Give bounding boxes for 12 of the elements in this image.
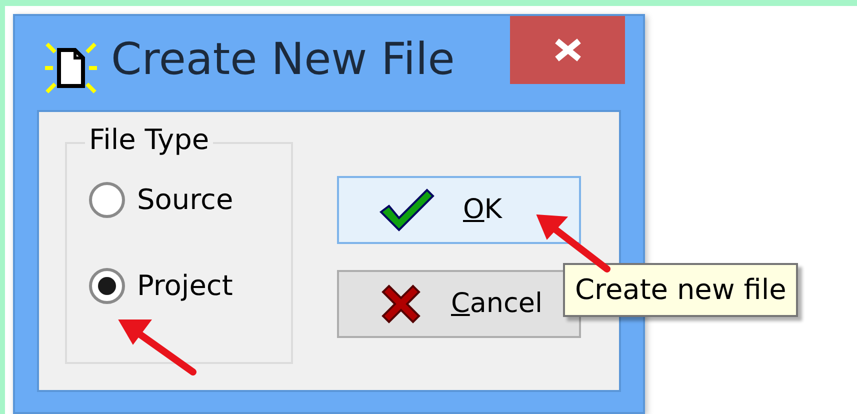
tooltip: Create new file: [563, 263, 798, 317]
new-file-icon: [45, 42, 97, 94]
window-title: Create New File: [111, 38, 455, 82]
ok-button[interactable]: OK: [337, 176, 581, 244]
radio-button[interactable]: [89, 268, 125, 304]
cross-icon: [379, 282, 423, 326]
close-button[interactable]: [510, 16, 625, 84]
radio-button[interactable]: [89, 182, 125, 218]
close-icon: [552, 38, 582, 62]
radio-option[interactable]: Project: [89, 268, 291, 304]
checkmark-icon: [379, 188, 435, 232]
radio-option[interactable]: Source: [89, 182, 291, 218]
